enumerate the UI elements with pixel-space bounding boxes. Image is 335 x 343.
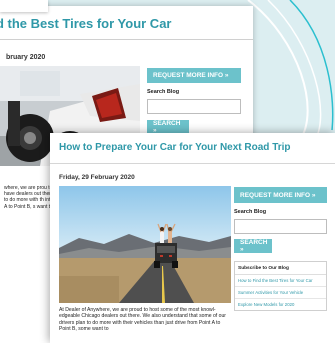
search-input[interactable] [147, 99, 241, 114]
front-blog-card: How to Prepare Your Car for Your Next Ro… [50, 133, 335, 343]
back-post-date: bruary 2020 [6, 54, 46, 61]
search-button[interactable]: SEARCH » [234, 239, 272, 253]
front-sidebar: REQUEST MORE INFO » Search Blog SEARCH »… [234, 187, 327, 311]
back-sidebar: REQUEST MORE INFO » Search Blog SEARCH » [147, 68, 242, 134]
search-blog-label: Search Blog [147, 89, 180, 95]
recent-post-link[interactable]: Explore New Models for 2020 [235, 299, 326, 310]
front-post-excerpt: At Dealer of Anywhere, we are proud to h… [59, 307, 226, 333]
front-post-date: Friday, 29 February 2020 [59, 174, 135, 181]
search-button[interactable]: SEARCH » [147, 120, 189, 134]
back-post-title[interactable]: nd the Best Tires for Your Car [0, 16, 172, 31]
road-trip-photo [59, 186, 231, 303]
recent-post-link[interactable]: Summer Activities for Your Vehicle [235, 287, 326, 299]
back-post-excerpt: where, we are prou to have dealers out t… [4, 185, 53, 210]
request-info-button[interactable]: REQUEST MORE INFO » [234, 187, 327, 203]
divider [50, 163, 335, 164]
front-post-title[interactable]: How to Prepare Your Car for Your Next Ro… [59, 142, 291, 153]
search-blog-label: Search Blog [234, 209, 267, 215]
search-input[interactable] [234, 219, 327, 234]
subscribe-heading: Subscribe to Our Blog [235, 262, 326, 275]
recent-post-link[interactable]: How to Find the Best Tires for Your Car [235, 275, 326, 287]
subscribe-widget: Subscribe to Our Blog How to Find the Be… [234, 261, 327, 311]
divider [0, 39, 253, 40]
request-info-button[interactable]: REQUEST MORE INFO » [147, 68, 241, 83]
window-tab [0, 0, 48, 12]
